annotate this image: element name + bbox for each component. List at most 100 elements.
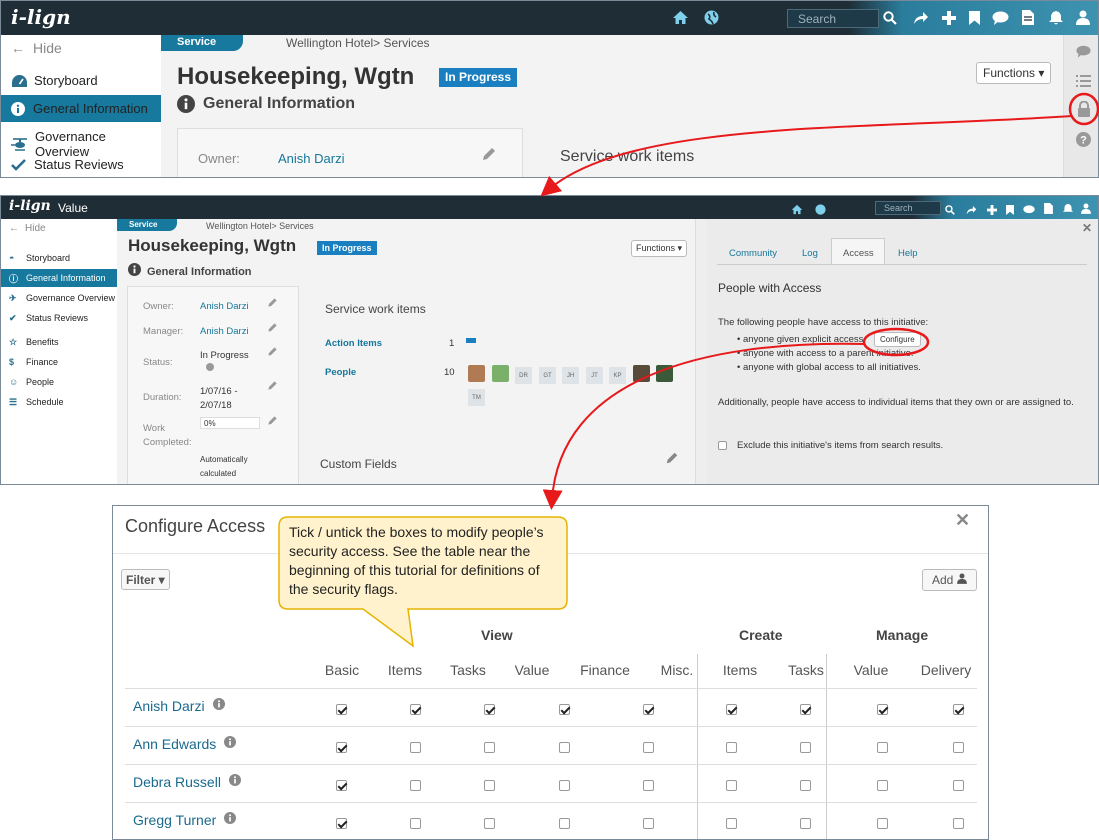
chat-icon[interactable] xyxy=(992,11,1009,25)
avatar-initials[interactable]: TM xyxy=(468,389,485,406)
configure-button[interactable]: Configure xyxy=(874,332,921,347)
avatar[interactable] xyxy=(656,365,673,382)
access-checkbox[interactable] xyxy=(559,818,570,829)
access-checkbox[interactable] xyxy=(643,780,654,791)
access-checkbox[interactable] xyxy=(410,780,421,791)
access-checkbox[interactable] xyxy=(643,818,654,829)
tab-community[interactable]: Community xyxy=(729,248,777,259)
avatar-initials[interactable]: DR xyxy=(515,367,532,384)
person-link[interactable]: Anish Darzi xyxy=(133,698,205,714)
app-logo[interactable]: i-lign xyxy=(11,5,71,29)
chat-icon[interactable] xyxy=(1023,202,1035,220)
bell-icon[interactable] xyxy=(1049,10,1063,25)
tab-log[interactable]: Log xyxy=(802,248,818,259)
info-icon[interactable] xyxy=(224,811,237,829)
pencil-icon[interactable] xyxy=(665,451,679,470)
filter-dropdown[interactable]: Filter ▾ xyxy=(121,569,170,590)
avatar-initials[interactable]: JH xyxy=(562,367,579,384)
access-checkbox[interactable] xyxy=(484,818,495,829)
tab-service[interactable]: Service xyxy=(161,35,243,51)
action-items-link[interactable]: Action Items xyxy=(325,338,382,349)
user-icon[interactable] xyxy=(1081,201,1091,219)
search-icon[interactable] xyxy=(883,11,897,25)
breadcrumb[interactable]: Wellington Hotel> Services xyxy=(206,221,314,231)
pencil-icon[interactable] xyxy=(267,297,278,311)
plus-icon[interactable] xyxy=(987,202,997,220)
access-checkbox[interactable] xyxy=(800,704,811,715)
user-icon[interactable] xyxy=(1076,10,1090,25)
pencil-icon[interactable] xyxy=(481,146,497,162)
bell-icon[interactable] xyxy=(1063,201,1073,219)
access-checkbox[interactable] xyxy=(410,704,421,715)
access-checkbox[interactable] xyxy=(336,780,347,791)
access-checkbox[interactable] xyxy=(726,742,737,753)
access-checkbox[interactable] xyxy=(877,818,888,829)
hide-sidebar-button[interactable]: ← Hide xyxy=(9,223,46,234)
access-checkbox[interactable] xyxy=(953,818,964,829)
access-checkbox[interactable] xyxy=(800,742,811,753)
plus-icon[interactable] xyxy=(942,11,956,25)
avatar[interactable] xyxy=(492,365,509,382)
sidebar-item-status-reviews[interactable]: ✔ Status Reviews xyxy=(1,309,117,327)
sidebar-item-storyboard[interactable]: ◓ Storyboard xyxy=(1,249,117,267)
access-checkbox[interactable] xyxy=(559,780,570,791)
person-link[interactable]: Ann Edwards xyxy=(133,736,216,752)
access-checkbox[interactable] xyxy=(559,704,570,715)
tab-access[interactable]: Access xyxy=(831,238,885,264)
sidebar-item-general-information[interactable]: ⓘ General Information xyxy=(1,269,117,287)
bookmark-icon[interactable] xyxy=(1006,202,1014,220)
info-icon[interactable] xyxy=(212,697,225,715)
info-icon[interactable] xyxy=(228,773,241,791)
access-checkbox[interactable] xyxy=(877,704,888,715)
scrollbar[interactable] xyxy=(695,219,707,484)
search-input[interactable]: Search xyxy=(875,201,941,215)
home-icon[interactable] xyxy=(672,10,689,25)
document-icon[interactable] xyxy=(1044,201,1053,219)
access-checkbox[interactable] xyxy=(643,742,654,753)
close-icon[interactable]: ✕ xyxy=(1082,221,1092,235)
help-icon[interactable]: ? xyxy=(1076,132,1091,147)
access-checkbox[interactable] xyxy=(643,704,654,715)
add-button[interactable]: Add xyxy=(922,569,978,591)
access-checkbox[interactable] xyxy=(877,780,888,791)
access-checkbox[interactable] xyxy=(410,818,421,829)
access-checkbox[interactable] xyxy=(800,818,811,829)
chat-icon[interactable] xyxy=(1076,45,1091,58)
tab-service[interactable]: Service xyxy=(117,219,177,231)
sidebar-item-benefits[interactable]: ☆ Benefits xyxy=(1,333,117,351)
sidebar-item-general-information[interactable]: General Information xyxy=(1,95,161,122)
document-icon[interactable] xyxy=(1022,10,1034,25)
share-icon[interactable] xyxy=(913,11,929,25)
access-checkbox[interactable] xyxy=(877,742,888,753)
globe-icon[interactable] xyxy=(704,10,719,25)
people-link[interactable]: People xyxy=(325,367,356,378)
access-checkbox[interactable] xyxy=(726,704,737,715)
lock-icon[interactable] xyxy=(1077,101,1091,117)
functions-dropdown[interactable]: Functions ▾ xyxy=(976,62,1052,84)
access-checkbox[interactable] xyxy=(336,704,347,715)
exclude-checkbox[interactable] xyxy=(718,441,727,450)
access-checkbox[interactable] xyxy=(484,780,495,791)
sidebar-item-people[interactable]: ☺ People xyxy=(1,373,117,391)
sidebar-item-finance[interactable]: $ Finance xyxy=(1,353,117,371)
close-icon[interactable]: ✕ xyxy=(955,510,970,531)
access-checkbox[interactable] xyxy=(953,704,964,715)
pencil-icon[interactable] xyxy=(267,322,278,336)
bookmark-icon[interactable] xyxy=(969,11,980,25)
access-checkbox[interactable] xyxy=(484,742,495,753)
pencil-icon[interactable] xyxy=(267,415,278,429)
sidebar-item-storyboard[interactable]: Storyboard xyxy=(11,73,98,88)
access-checkbox[interactable] xyxy=(953,780,964,791)
pencil-icon[interactable] xyxy=(267,380,278,394)
breadcrumb[interactable]: Wellington Hotel> Services xyxy=(286,36,430,50)
functions-dropdown[interactable]: Functions ▾ xyxy=(631,240,688,257)
avatar-initials[interactable]: KP xyxy=(609,367,626,384)
app-logo[interactable]: i-lign xyxy=(9,198,51,214)
access-checkbox[interactable] xyxy=(484,704,495,715)
access-checkbox[interactable] xyxy=(800,780,811,791)
globe-icon[interactable] xyxy=(815,202,826,220)
info-icon[interactable] xyxy=(224,735,237,753)
access-checkbox[interactable] xyxy=(336,742,347,753)
access-checkbox[interactable] xyxy=(726,818,737,829)
sidebar-item-governance-overview[interactable]: ✈ Governance Overview xyxy=(1,289,117,307)
